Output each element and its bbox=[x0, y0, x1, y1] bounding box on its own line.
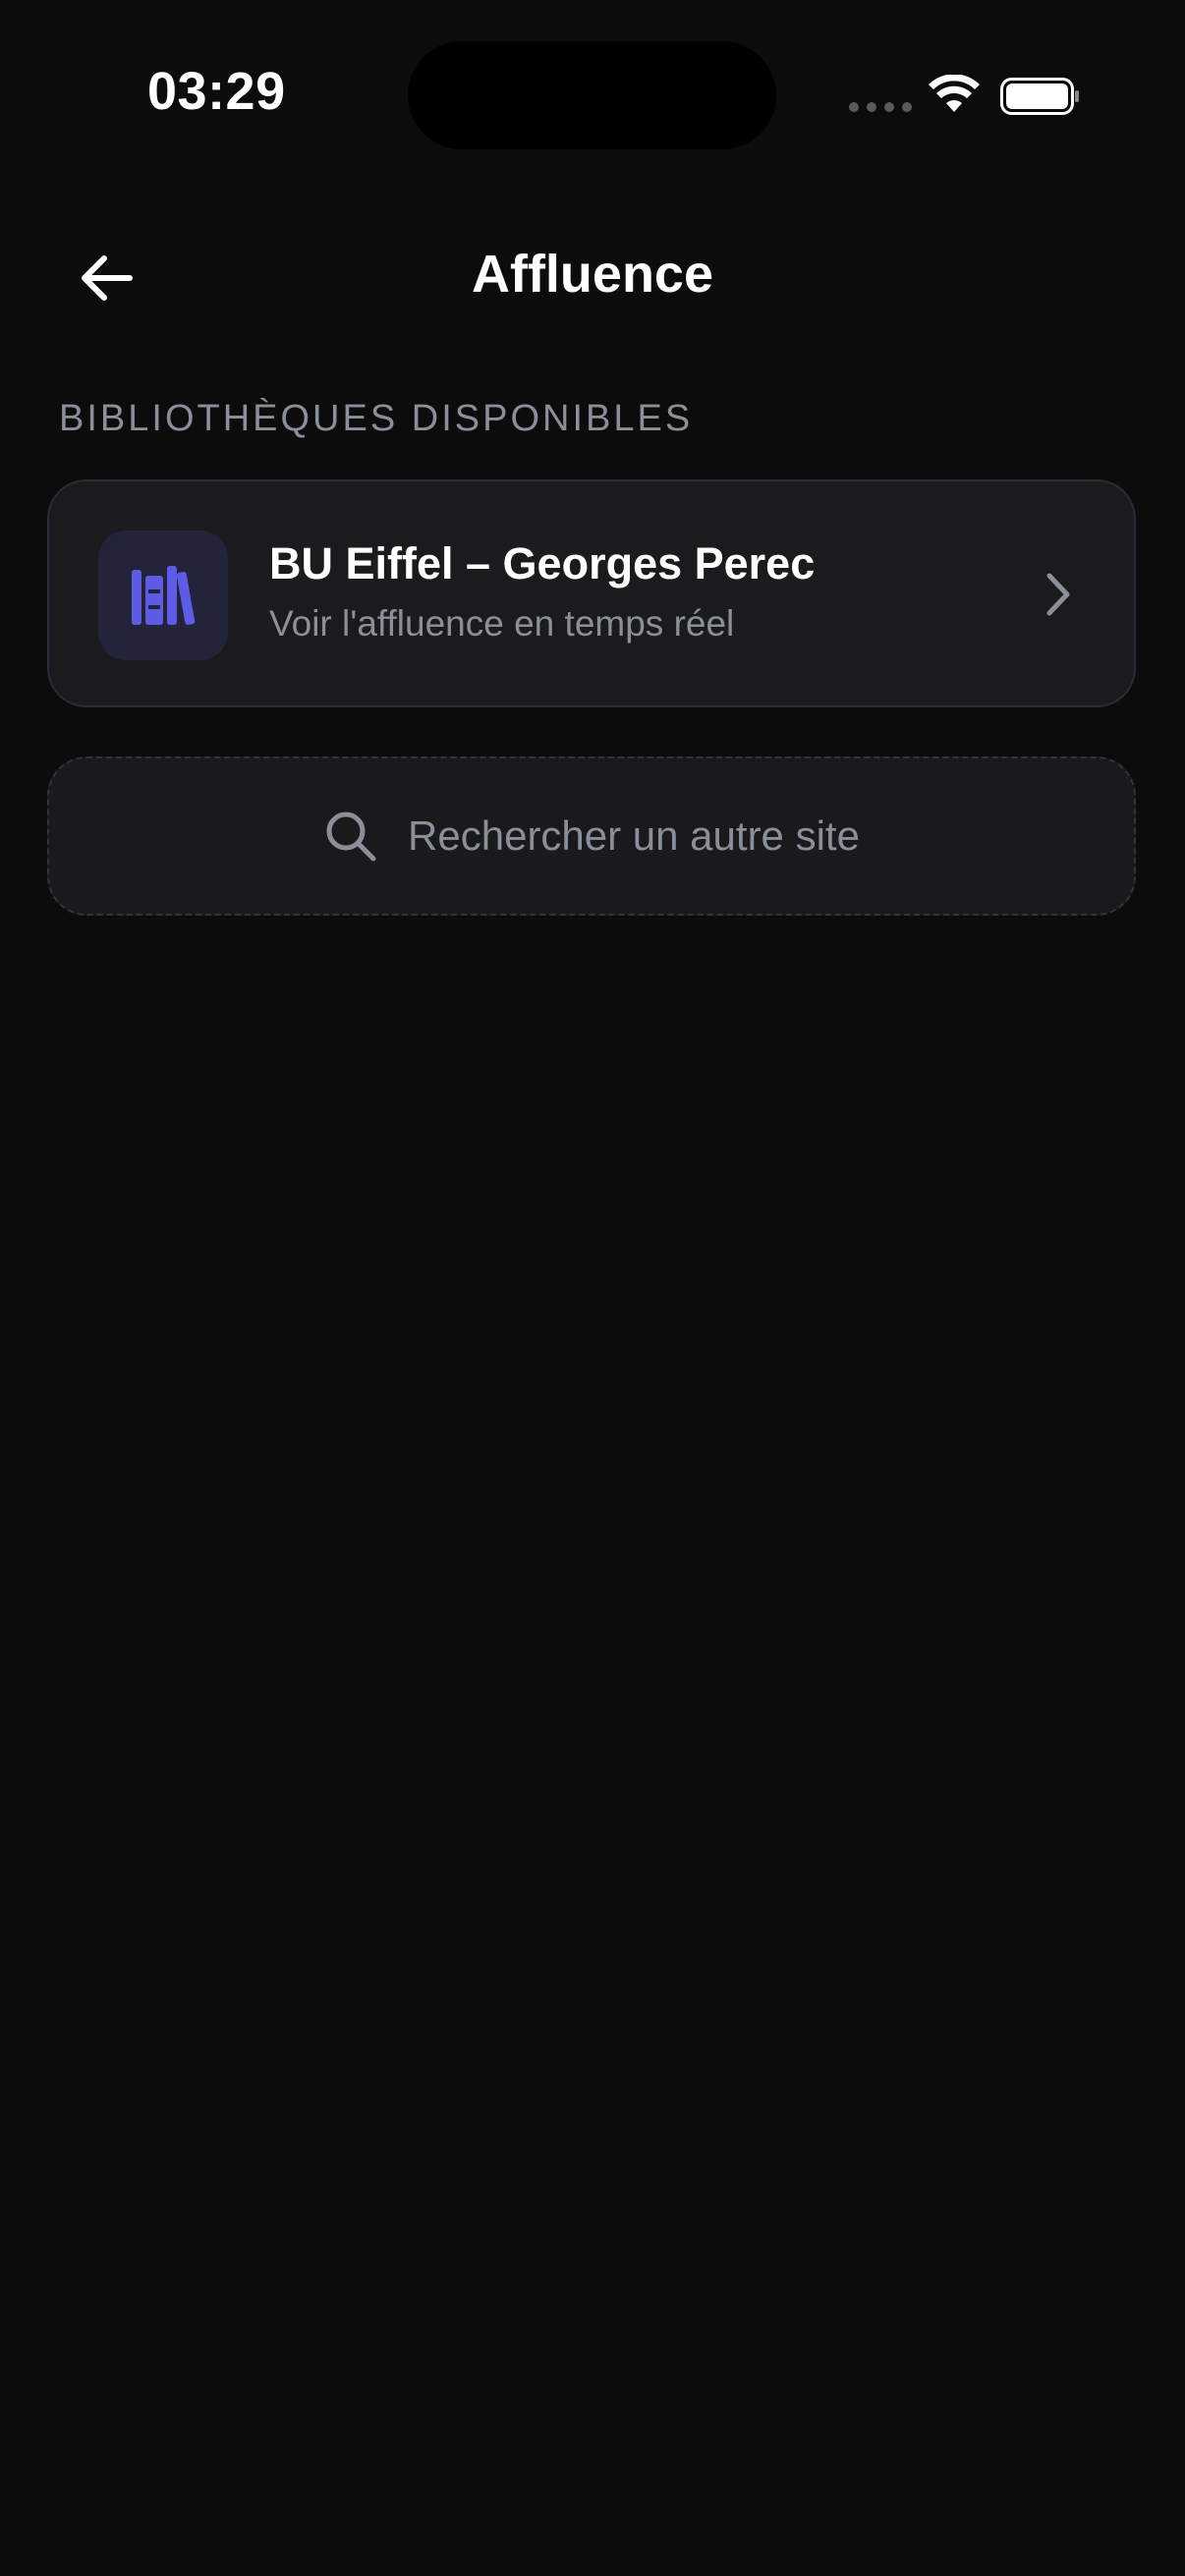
page-title: Affluence bbox=[471, 245, 714, 304]
library-icon-container bbox=[98, 531, 228, 660]
chevron-right-icon bbox=[1046, 573, 1070, 616]
cellular-signal-icon bbox=[849, 102, 912, 112]
section-label: BIBLIOTHÈQUES DISPONIBLES bbox=[59, 398, 694, 439]
status-time: 03:29 bbox=[147, 62, 286, 121]
search-icon bbox=[326, 812, 376, 862]
library-card-bu-eiffel[interactable]: BU Eiffel – Georges Perec Voir l'affluen… bbox=[47, 479, 1136, 707]
dynamic-island bbox=[408, 41, 776, 149]
battery-icon bbox=[1000, 78, 1079, 115]
search-other-site-label: Rechercher un autre site bbox=[408, 812, 860, 859]
status-bar: 03:29 bbox=[0, 0, 1185, 149]
wifi-icon bbox=[929, 75, 980, 112]
search-other-site-button[interactable]: Rechercher un autre site bbox=[47, 756, 1136, 916]
books-icon bbox=[132, 566, 196, 625]
library-name: BU Eiffel – Georges Perec bbox=[269, 538, 816, 588]
library-subtitle: Voir l'affluence en temps réel bbox=[269, 603, 735, 644]
